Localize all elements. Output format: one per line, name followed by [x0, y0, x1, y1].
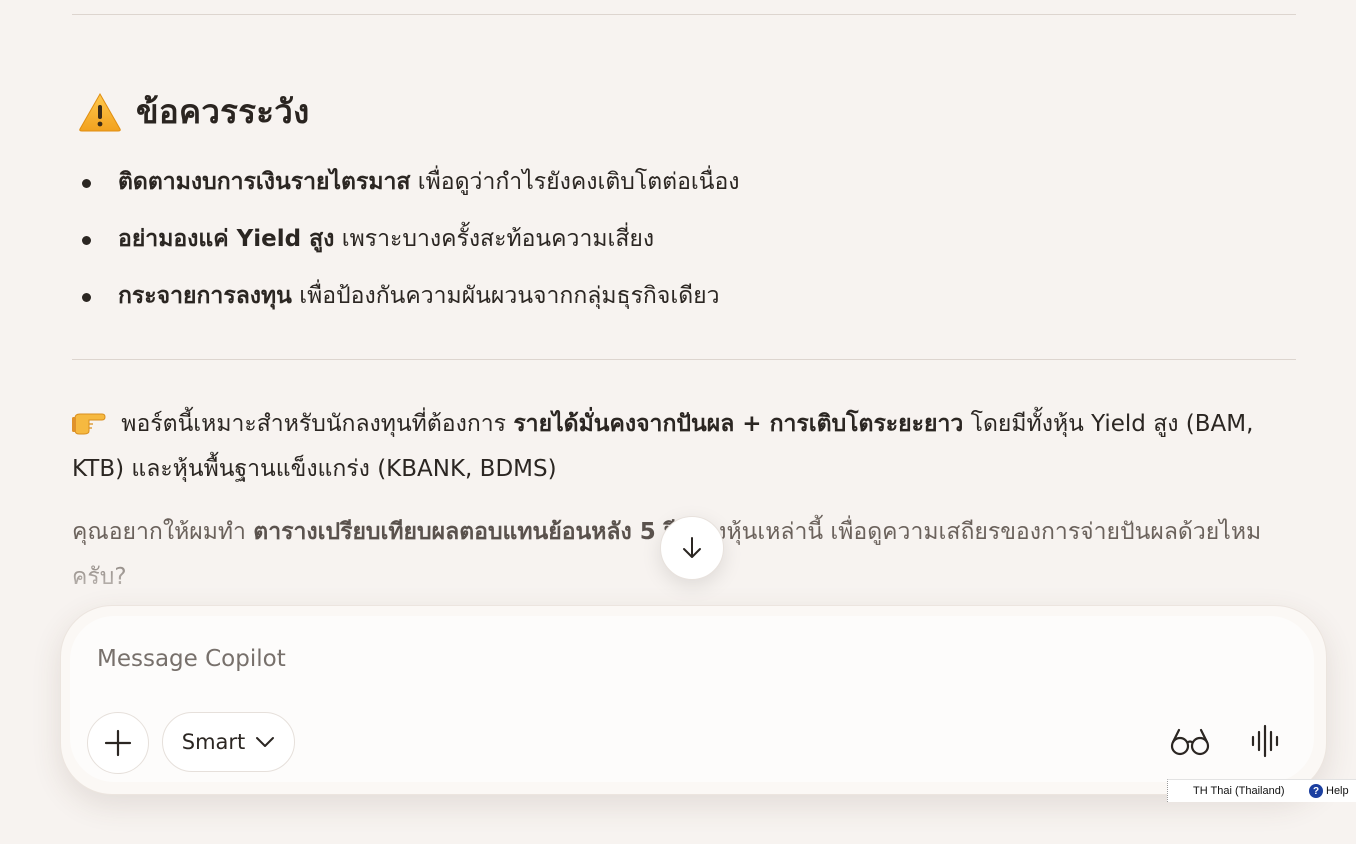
caution-list: ติดตามงบการเงินรายไตรมาส เพื่อดูว่ากำไรย…: [72, 163, 740, 334]
list-item-text: เพื่อดูว่ากำไรยังคงเติบโตต่อเนื่อง: [410, 169, 740, 195]
list-item-bold: ติดตามงบการเงินรายไตรมาส: [118, 169, 411, 195]
message-input[interactable]: Message Copilot: [97, 646, 286, 672]
summary-bold: รายได้มั่นคงจากปันผล + การเติบโตระยะยาว: [513, 411, 964, 437]
add-attachment-button[interactable]: [87, 712, 149, 774]
caution-title: ข้อควรระวัง: [136, 92, 310, 131]
help-button[interactable]: ? Help: [1309, 784, 1349, 798]
mode-label: Smart: [181, 730, 246, 754]
list-item-bold: อย่ามองแค่ Yield สูง: [118, 226, 335, 252]
bullet-dot: [82, 236, 91, 245]
mode-selector-button[interactable]: Smart: [162, 712, 295, 772]
list-item: กระจายการลงทุน เพื่อป้องกันความผันผวนจาก…: [72, 277, 740, 315]
pointing-hand-icon: [72, 413, 106, 435]
input-language-indicator[interactable]: TH Thai (Thailand): [1193, 785, 1285, 797]
help-label: Help: [1326, 785, 1349, 797]
summary-text-1: พอร์ตนี้เหมาะสำหรับนักลงทุนที่ต้องการ: [114, 411, 514, 437]
bullet-dot: [82, 293, 91, 302]
summary-paragraph: พอร์ตนี้เหมาะสำหรับนักลงทุนที่ต้องการ รา…: [72, 402, 1292, 492]
list-item: ติดตามงบการเงินรายไตรมาส เพื่อดูว่ากำไรย…: [72, 163, 740, 201]
divider-middle: [72, 359, 1296, 360]
voice-waveform-icon[interactable]: [1250, 724, 1282, 758]
list-item: อย่ามองแค่ Yield สูง เพราะบางครั้งสะท้อน…: [72, 220, 740, 258]
list-item-bold: กระจายการลงทุน: [118, 283, 292, 309]
arrow-down-icon: [683, 537, 701, 558]
caution-heading: ข้อควรระวัง: [78, 85, 310, 138]
scroll-to-bottom-button[interactable]: [660, 516, 724, 580]
message-composer[interactable]: Message Copilot Smart: [70, 616, 1314, 782]
bullet-dot: [82, 179, 91, 188]
chevron-down-icon: [256, 737, 275, 747]
divider-top: [72, 14, 1296, 15]
help-icon: ?: [1309, 784, 1323, 798]
plus-icon: [104, 729, 132, 757]
language-bar: TH Thai (Thailand) ? Help: [1167, 779, 1356, 802]
warning-icon: [79, 92, 121, 131]
glasses-icon[interactable]: [1170, 724, 1210, 758]
list-item-text: เพื่อป้องกันความผันผวนจากกลุ่มธุรกิจเดีย…: [291, 283, 720, 309]
list-item-text: เพราะบางครั้งสะท้อนความเสี่ยง: [334, 226, 655, 252]
